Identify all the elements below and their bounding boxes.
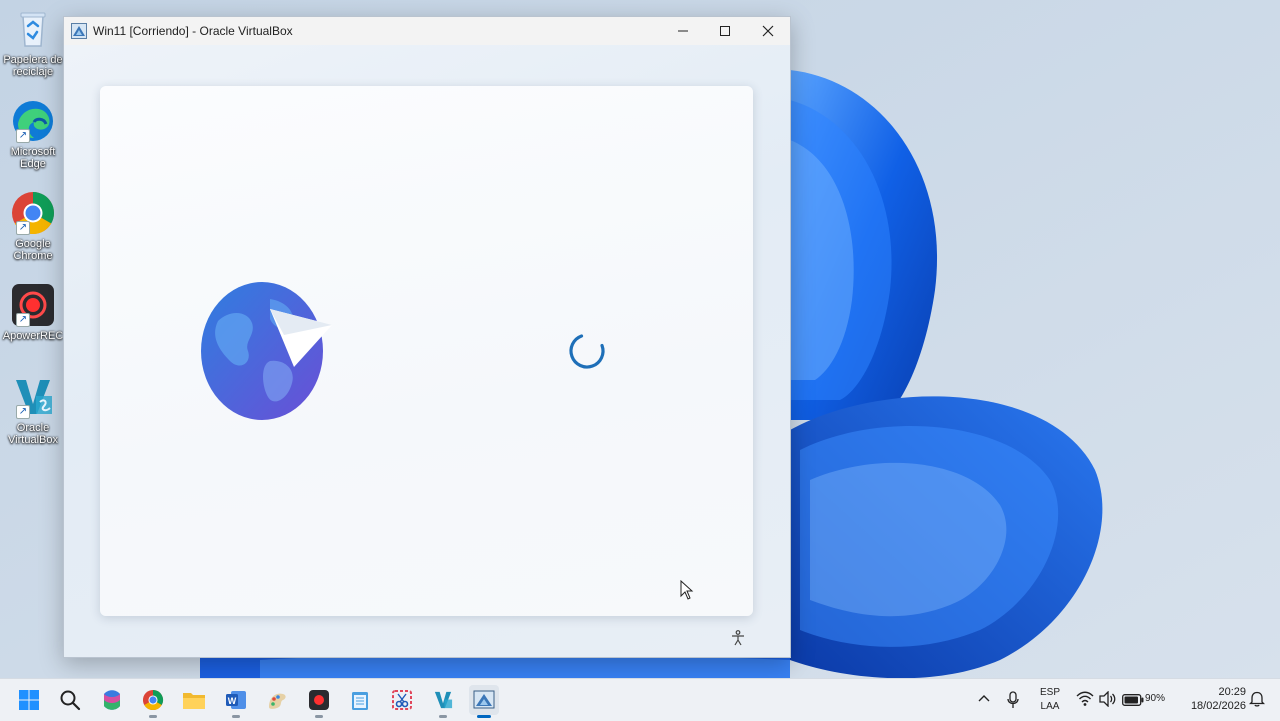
- maximize-button[interactable]: [703, 17, 747, 45]
- microphone-button[interactable]: [1006, 691, 1020, 714]
- loading-spinner: [566, 330, 608, 377]
- battery-button[interactable]: [1122, 693, 1144, 711]
- microphone-icon: [1007, 691, 1019, 708]
- recycle-bin-icon: [10, 6, 56, 52]
- apowerrec-taskbar-button[interactable]: [304, 685, 334, 718]
- microsoft-365-icon: [104, 690, 120, 710]
- notification-bell-icon: [1248, 691, 1266, 707]
- running-indicator: [315, 715, 323, 718]
- maximize-icon: [720, 26, 730, 36]
- window-titlebar[interactable]: Win11 [Corriendo] - Oracle VirtualBox: [64, 17, 790, 45]
- desktop-icon-google-chrome[interactable]: ↗ Google Chrome: [2, 190, 64, 262]
- snipping-tool-button[interactable]: [387, 685, 417, 715]
- desktop-icon-oracle-virtualbox[interactable]: ↗ Oracle VirtualBox: [2, 374, 64, 446]
- minimize-icon: [678, 30, 688, 32]
- globe-icon: [200, 281, 335, 426]
- virtualbox-vm-icon: [473, 690, 495, 709]
- keyboard-layout-code: LAA: [1040, 701, 1060, 712]
- close-icon: [762, 25, 774, 37]
- chrome-icon: [142, 689, 164, 711]
- minimize-button[interactable]: [661, 17, 705, 45]
- shortcut-arrow-icon: ↗: [16, 313, 30, 327]
- notepad-button[interactable]: [345, 685, 375, 715]
- close-button[interactable]: [746, 17, 790, 45]
- virtualbox-taskbar-button[interactable]: [428, 685, 458, 718]
- virtualbox-icon: ↗: [10, 374, 56, 420]
- active-indicator: [477, 715, 491, 718]
- chrome-icon: ↗: [10, 190, 56, 236]
- battery-percentage: 90%: [1145, 693, 1166, 704]
- notepad-icon: [352, 692, 368, 710]
- virtualbox-icon: [434, 691, 453, 709]
- desktop-icon-microsoft-edge[interactable]: ↗ Microsoft Edge: [2, 98, 64, 170]
- show-hidden-icons-button[interactable]: [977, 691, 991, 712]
- microsoft-365-button[interactable]: [97, 685, 127, 715]
- shortcut-arrow-icon: ↗: [16, 221, 30, 235]
- snipping-tool-icon: [392, 690, 412, 710]
- mouse-cursor-icon: [680, 579, 694, 605]
- virtualbox-vm-taskbar-button[interactable]: [469, 685, 499, 718]
- notifications-button[interactable]: [1248, 691, 1266, 712]
- virtualbox-vm-window[interactable]: Win11 [Corriendo] - Oracle VirtualBox: [63, 16, 791, 658]
- desktop-icon-label: Google Chrome: [13, 238, 53, 262]
- input-language-indicator[interactable]: ESP LAA: [1036, 686, 1064, 714]
- virtualbox-app-icon: [71, 23, 87, 39]
- file-explorer-icon: [183, 693, 205, 709]
- start-icon: [19, 690, 39, 710]
- speaker-icon: [1099, 690, 1116, 708]
- paint-button[interactable]: [262, 685, 292, 715]
- apowerrec-icon: [309, 690, 329, 710]
- running-indicator: [232, 715, 240, 718]
- chrome-taskbar-button[interactable]: [138, 685, 168, 718]
- clock-date: 18/02/2026: [1190, 700, 1246, 712]
- network-button[interactable]: [1076, 691, 1094, 712]
- desktop-icon-label: Papelera de reciclaje: [3, 54, 63, 78]
- battery-icon: [1122, 694, 1144, 706]
- word-button[interactable]: W: [221, 685, 251, 718]
- wifi-icon: [1076, 691, 1094, 706]
- desktop-icon-label: Oracle VirtualBox: [8, 422, 58, 446]
- chevron-up-icon: [978, 695, 990, 702]
- running-indicator: [439, 715, 447, 718]
- window-title: Win11 [Corriendo] - Oracle VirtualBox: [93, 24, 293, 38]
- running-indicator: [149, 715, 157, 718]
- search-button[interactable]: [55, 685, 85, 715]
- apowerrec-icon: ↗: [10, 282, 56, 328]
- paint-icon: [269, 693, 286, 709]
- desktop-icon-label: ApowerREC: [2, 330, 64, 342]
- language-code: ESP: [1039, 687, 1060, 698]
- file-explorer-button[interactable]: [179, 685, 209, 715]
- shortcut-arrow-icon: ↗: [16, 129, 30, 143]
- volume-button[interactable]: [1099, 690, 1117, 712]
- search-icon: [60, 690, 81, 711]
- clock-time: 20:29: [1218, 686, 1246, 698]
- desktop-icon-recycle-bin[interactable]: Papelera de reciclaje: [2, 6, 64, 78]
- vm-display[interactable]: [64, 45, 790, 657]
- shortcut-arrow-icon: ↗: [16, 405, 30, 419]
- word-icon: W: [226, 691, 246, 709]
- desktop-icon-label: Microsoft Edge: [10, 146, 56, 170]
- edge-icon: ↗: [10, 98, 56, 144]
- svg-text:W: W: [228, 696, 237, 706]
- setup-panel: [100, 86, 753, 616]
- clock[interactable]: 20:29 18/02/2026: [1176, 685, 1246, 713]
- desktop-icon-apowerrec[interactable]: ↗ ApowerREC: [2, 282, 64, 342]
- start-button[interactable]: [14, 685, 44, 715]
- taskbar: W ESP LAA 90% 20:29 18/02/2026: [0, 678, 1280, 721]
- accessibility-icon[interactable]: [730, 630, 746, 651]
